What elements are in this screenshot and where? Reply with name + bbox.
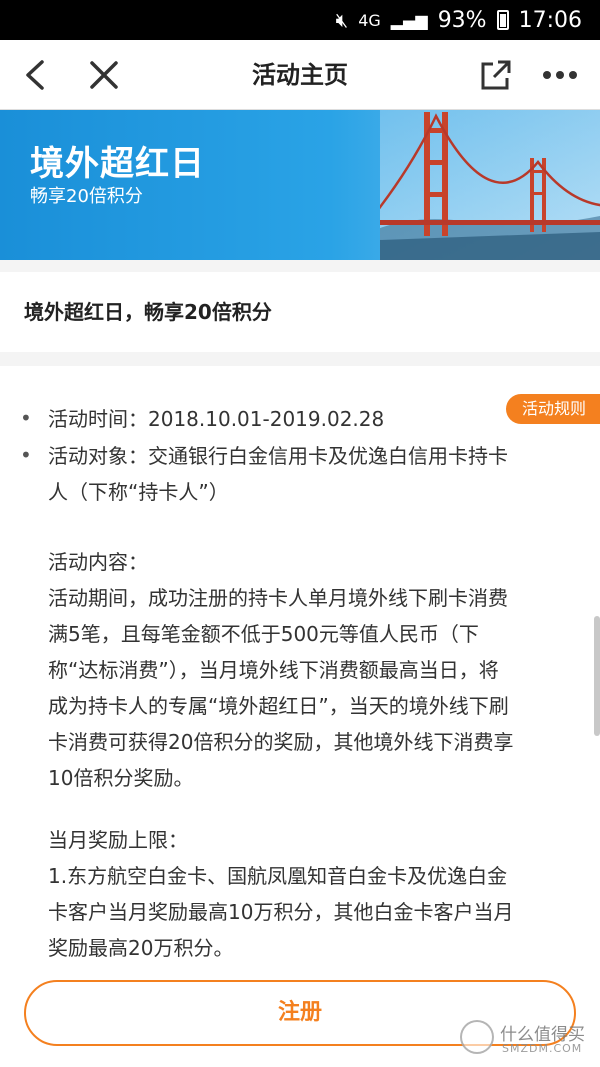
- close-button[interactable]: [84, 55, 124, 95]
- watermark: 什么值得买 SMZDM.COM: [460, 1018, 590, 1058]
- section-heading: 活动内容：: [48, 550, 148, 574]
- clock: 17:06: [518, 7, 582, 33]
- more-button[interactable]: [540, 55, 580, 95]
- bullet-dot: •: [20, 443, 32, 467]
- share-icon: [481, 60, 511, 90]
- status-bar: 🔇︎ 4G ▂▄▆ 93% 17:06: [0, 0, 600, 40]
- share-button[interactable]: [476, 55, 516, 95]
- banner-subtitle: 畅享20倍积分: [30, 186, 143, 207]
- banner-title: 境外超红日: [30, 144, 205, 184]
- golden-gate-bridge-illustration: [380, 110, 600, 260]
- battery-percent: 93%: [437, 7, 487, 33]
- signal-icon: ▂▄▆: [390, 10, 428, 30]
- section-line: 卡消费可获得20倍积分的奖励，其他境外线下消费享: [48, 730, 514, 754]
- section-heading: 当月奖励上限：: [48, 828, 188, 852]
- content-card: 活动规则 • 活动时间：2018.10.01-2019.02.28 • 活动对象…: [0, 366, 600, 1067]
- activity-target-line: 活动对象：交通银行白金信用卡及优逸白信用卡持卡: [48, 444, 508, 468]
- section-line: 活动期间，成功注册的持卡人单月境外线下刷卡消费: [48, 586, 508, 610]
- section-line: 奖励最高20万积分。: [48, 936, 234, 960]
- activity-time: 活动时间：2018.10.01-2019.02.28: [48, 407, 385, 431]
- nav-bar: 活动主页: [0, 40, 600, 110]
- watermark-logo-icon: [460, 1020, 494, 1054]
- activity-target-line: 人（下称“持卡人”）: [48, 480, 229, 504]
- back-arrow-icon: [26, 60, 44, 90]
- bullet-dot: •: [20, 406, 32, 430]
- section-line: 成为持卡人的专属“境外超红日”，当天的境外线下刷: [48, 694, 509, 718]
- promo-banner: 境外超红日 畅享20倍积分: [0, 110, 600, 260]
- section-line: 称“达标消费”），当月境外线下消费额最高当日，将: [48, 658, 499, 682]
- watermark-sub: SMZDM.COM: [502, 1042, 583, 1055]
- section-line: 1.东方航空白金卡、国航凤凰知音白金卡及优逸白金: [48, 864, 508, 888]
- section-line: 卡客户当月奖励最高10万积分，其他白金卡客户当月: [48, 900, 514, 924]
- scrollbar[interactable]: [594, 616, 600, 736]
- headline-text: 境外超红日，畅享20倍积分: [24, 300, 272, 324]
- back-button[interactable]: [16, 55, 56, 95]
- mute-icon: 🔇︎: [335, 8, 349, 32]
- more-icon: [543, 71, 577, 79]
- section-line: 满5笔，且每笔金额不低于500元等值人民币（下: [48, 622, 479, 646]
- network-type: 4G: [358, 10, 381, 30]
- headline-card: 境外超红日，畅享20倍积分: [0, 272, 600, 352]
- section-line: 10倍积分奖励。: [48, 766, 194, 790]
- rules-button[interactable]: 活动规则: [505, 394, 600, 424]
- close-icon: [90, 61, 118, 89]
- battery-icon: [496, 10, 509, 30]
